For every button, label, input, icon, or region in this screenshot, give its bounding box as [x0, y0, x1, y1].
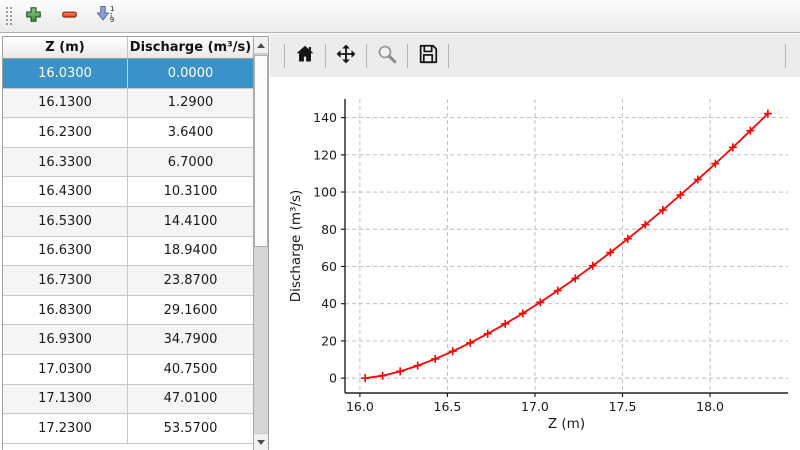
- cell-discharge[interactable]: 14.4100: [128, 207, 253, 236]
- cell-z[interactable]: 16.8300: [3, 296, 128, 325]
- cell-z[interactable]: 17.2300: [3, 414, 128, 443]
- cell-z[interactable]: 16.2300: [3, 118, 128, 147]
- table-row[interactable]: 17.130047.0100: [3, 385, 253, 415]
- toolbar-separator: [366, 44, 367, 68]
- remove-row-button[interactable]: [53, 3, 85, 29]
- svg-text:18.0: 18.0: [696, 399, 724, 414]
- scrollbar-up-button[interactable]: [254, 37, 268, 54]
- svg-text:80: 80: [321, 222, 337, 237]
- sort-ascending-icon: 1 9: [96, 5, 115, 27]
- x-axis-label: Z (m): [548, 416, 585, 432]
- cell-z[interactable]: 16.1300: [3, 89, 128, 118]
- content-area: Z (m) Discharge (m³/s) 16.03000.000016.1…: [0, 34, 800, 450]
- cell-z[interactable]: 16.9300: [3, 325, 128, 354]
- table-row[interactable]: 16.23003.6400: [3, 118, 253, 148]
- cell-z[interactable]: 17.1300: [3, 385, 128, 414]
- rating-table: Z (m) Discharge (m³/s) 16.03000.000016.1…: [2, 36, 269, 450]
- table-header: Z (m) Discharge (m³/s): [3, 37, 253, 59]
- toolbar-separator: [325, 44, 326, 68]
- cell-discharge[interactable]: 3.6400: [128, 118, 253, 147]
- toolbar-separator: [785, 44, 786, 68]
- cell-discharge[interactable]: 1.2900: [128, 89, 253, 118]
- svg-text:1: 1: [110, 5, 114, 13]
- cell-discharge[interactable]: 23.8700: [128, 266, 253, 295]
- table-body: 16.03000.000016.13001.290016.23003.64001…: [3, 59, 253, 450]
- home-button[interactable]: [291, 42, 319, 70]
- scrollbar-track[interactable]: [254, 53, 268, 434]
- toolbar-separator: [407, 44, 408, 68]
- table-row[interactable]: 16.03000.0000: [3, 59, 253, 89]
- column-header-z[interactable]: Z (m): [3, 37, 128, 58]
- svg-text:16.5: 16.5: [434, 399, 462, 414]
- table-row[interactable]: 16.430010.3100: [3, 177, 253, 207]
- y-axis-label: Discharge (m³/s): [288, 190, 304, 303]
- chart-svg: 16.0 16.5 17.0 17.5 18.0 0 20 40 60 80 100 120 140 Z …: [270, 77, 800, 450]
- svg-text:0: 0: [329, 371, 337, 386]
- svg-text:100: 100: [313, 185, 337, 200]
- cell-discharge[interactable]: 6.7000: [128, 148, 253, 177]
- toolbar-separator: [448, 44, 449, 68]
- save-button[interactable]: [414, 42, 442, 70]
- arrow-down-icon: [257, 440, 265, 445]
- minus-icon: [61, 6, 78, 27]
- cell-discharge[interactable]: 18.9400: [128, 237, 253, 266]
- plus-icon: [25, 6, 42, 27]
- table-row[interactable]: 16.830029.1600: [3, 296, 253, 326]
- svg-text:120: 120: [313, 147, 337, 162]
- zoom-button[interactable]: [373, 42, 401, 70]
- home-icon: [294, 43, 316, 69]
- cell-discharge[interactable]: 10.3100: [128, 177, 253, 206]
- table-row[interactable]: 17.230053.5700: [3, 414, 253, 444]
- table-row[interactable]: 16.630018.9400: [3, 237, 253, 267]
- cell-discharge[interactable]: 40.7500: [128, 355, 253, 384]
- column-header-discharge[interactable]: Discharge (m³/s): [128, 37, 253, 58]
- table-panel: Z (m) Discharge (m³/s) 16.03000.000016.1…: [0, 34, 270, 450]
- toolbar-drag-handle[interactable]: [5, 6, 13, 26]
- cell-discharge[interactable]: 0.0000: [128, 59, 253, 88]
- cell-z[interactable]: 16.6300: [3, 237, 128, 266]
- svg-text:17.0: 17.0: [521, 399, 549, 414]
- cell-z[interactable]: 17.0300: [3, 355, 128, 384]
- table-row[interactable]: 16.33006.7000: [3, 148, 253, 178]
- main-toolbar: 1 9: [0, 0, 800, 33]
- svg-text:17.5: 17.5: [609, 399, 637, 414]
- cell-z[interactable]: 16.3300: [3, 148, 128, 177]
- table-row[interactable]: 16.13001.2900: [3, 89, 253, 119]
- toolbar-separator: [284, 44, 285, 68]
- svg-text:9: 9: [109, 16, 113, 23]
- discharge-curve: [365, 114, 768, 378]
- cell-discharge[interactable]: 47.0100: [128, 385, 253, 414]
- add-row-button[interactable]: [17, 3, 49, 29]
- svg-text:140: 140: [313, 110, 337, 125]
- svg-text:16.0: 16.0: [346, 399, 374, 414]
- table-row[interactable]: 17.030040.7500: [3, 355, 253, 385]
- table-row[interactable]: 16.730023.8700: [3, 266, 253, 296]
- chart-canvas[interactable]: 16.0 16.5 17.0 17.5 18.0 0 20 40 60 80 100 120 140 Z …: [270, 77, 800, 450]
- cell-z[interactable]: 16.0300: [3, 59, 128, 88]
- plot-panel: 16.0 16.5 17.0 17.5 18.0 0 20 40 60 80 100 120 140 Z …: [270, 34, 800, 450]
- scrollbar-thumb[interactable]: [254, 55, 268, 247]
- svg-text:20: 20: [321, 333, 337, 348]
- plot-toolbar: [270, 34, 800, 77]
- cell-z[interactable]: 16.5300: [3, 207, 128, 236]
- rating-curve-window: 1 9 Z (m) Discharge (m³/s) 16.03000.0000…: [0, 0, 800, 450]
- svg-text:60: 60: [321, 259, 337, 274]
- arrow-up-icon: [257, 43, 265, 48]
- scrollbar-down-button[interactable]: [254, 433, 268, 450]
- cell-z[interactable]: 16.4300: [3, 177, 128, 206]
- table-row[interactable]: 16.930034.7900: [3, 325, 253, 355]
- cell-discharge[interactable]: 34.7900: [128, 325, 253, 354]
- magnifier-icon: [376, 43, 398, 69]
- table-row[interactable]: 16.530014.4100: [3, 207, 253, 237]
- svg-text:40: 40: [321, 296, 337, 311]
- table-scrollbar[interactable]: [253, 37, 268, 450]
- cell-discharge[interactable]: 53.5700: [128, 414, 253, 443]
- save-icon: [417, 43, 439, 69]
- pan-button[interactable]: [332, 42, 360, 70]
- cell-discharge[interactable]: 29.1600: [128, 296, 253, 325]
- sort-ascending-button[interactable]: 1 9: [89, 3, 121, 29]
- cell-z[interactable]: 16.7300: [3, 266, 128, 295]
- pan-icon: [335, 43, 357, 69]
